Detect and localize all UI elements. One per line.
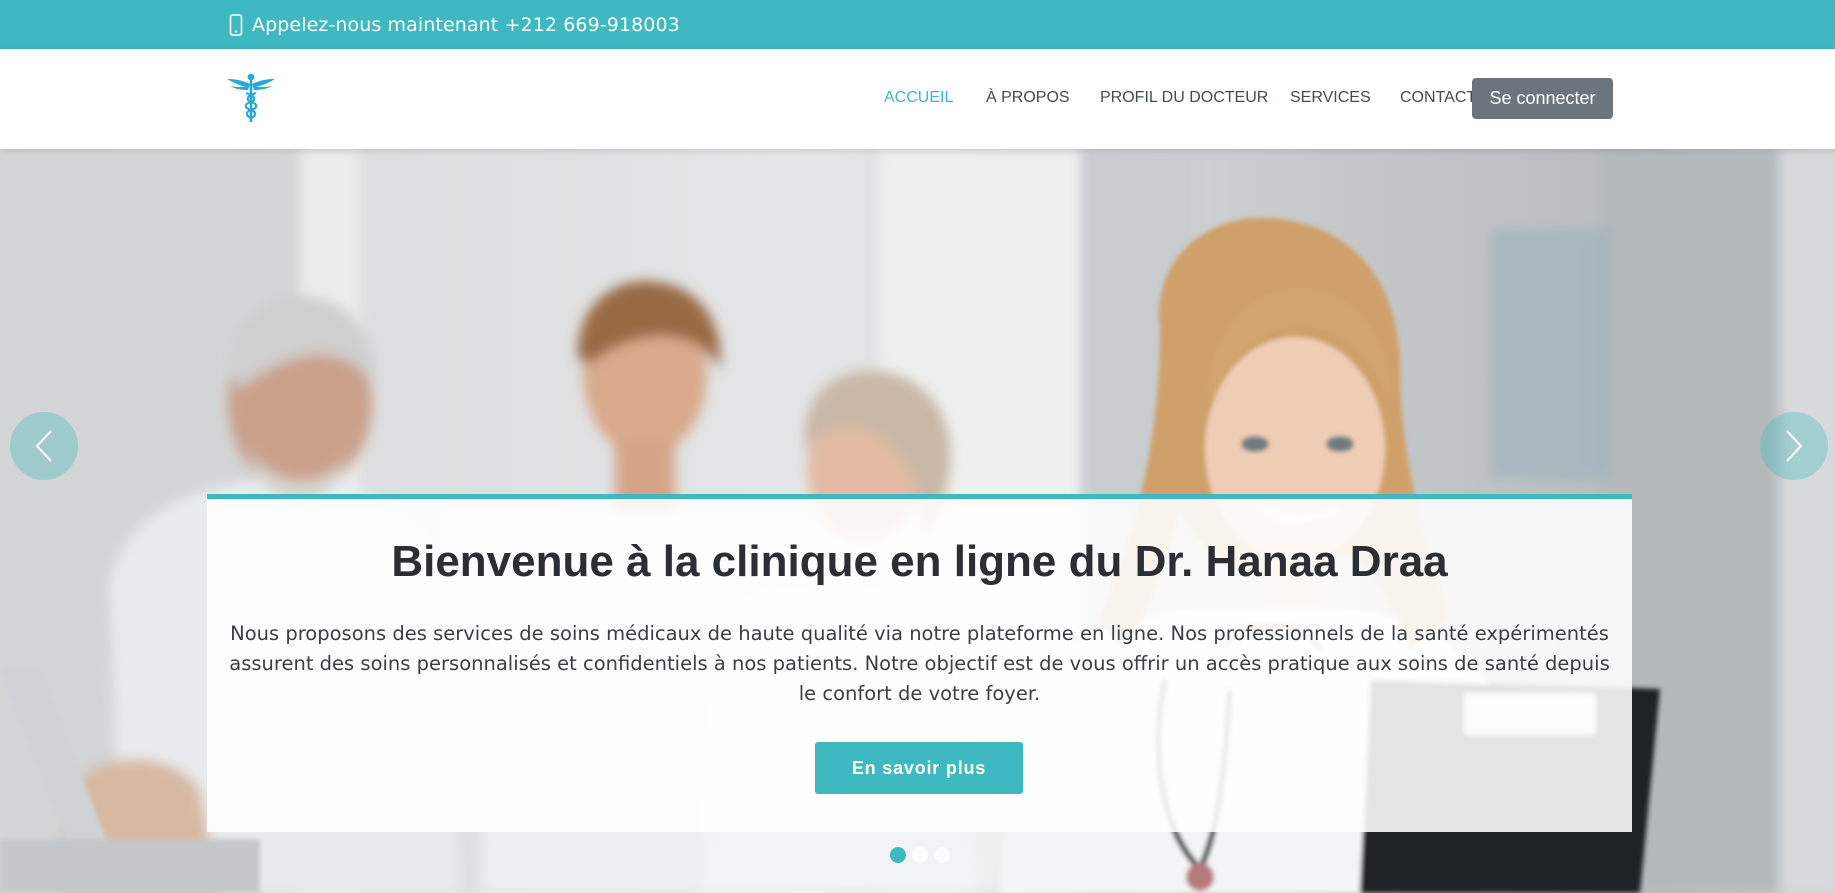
chevron-right-icon (1786, 430, 1803, 462)
phone-text: Appelez-nous maintenant +212 669-918003 (252, 13, 680, 36)
phone-icon (229, 13, 243, 36)
login-button[interactable]: Se connecter (1472, 78, 1613, 119)
caduceus-icon[interactable] (226, 72, 276, 124)
nav-accueil[interactable]: ACCUEIL (884, 89, 953, 107)
carousel-prev-button[interactable] (10, 412, 78, 480)
carousel-dot[interactable] (912, 847, 928, 863)
carousel-next-button[interactable] (1760, 412, 1828, 480)
learn-more-button[interactable]: En savoir plus (815, 742, 1023, 794)
hero-description: Nous proposons des services de soins méd… (229, 622, 1610, 705)
topbar-phone: Appelez-nous maintenant +212 669-918003 (229, 0, 680, 49)
carousel-dot[interactable] (934, 847, 950, 863)
main-header: ACCUEIL À PROPOS PROFIL DU DOCTEUR SERVI… (0, 49, 1835, 149)
nav-services[interactable]: SERVICES (1290, 89, 1371, 107)
hero-carousel: Bienvenue à la clinique en ligne du Dr. … (0, 149, 1835, 893)
nav-contact[interactable]: CONTACT (1400, 89, 1476, 107)
chevron-left-icon (35, 430, 52, 462)
carousel-indicators (890, 847, 950, 863)
carousel-dot[interactable] (890, 847, 906, 863)
hero-caption-box: Bienvenue à la clinique en ligne du Dr. … (207, 494, 1632, 832)
hero-title: Bienvenue à la clinique en ligne du Dr. … (391, 537, 1448, 586)
nav-profil-du-docteur[interactable]: PROFIL DU DOCTEUR (1100, 89, 1268, 107)
top-contact-bar: Appelez-nous maintenant +212 669-918003 (0, 0, 1835, 49)
nav-a-propos[interactable]: À PROPOS (986, 89, 1070, 107)
